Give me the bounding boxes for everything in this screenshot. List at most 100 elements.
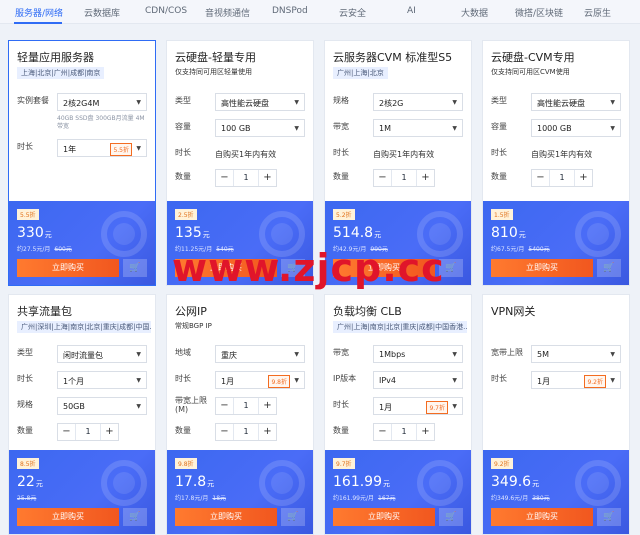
bandwidth-value[interactable]: 1 bbox=[234, 401, 258, 410]
quantity-value[interactable]: 1 bbox=[76, 427, 100, 436]
row-type: 类型 闲时流量包 ▼ bbox=[17, 345, 147, 365]
bandwidth-select[interactable]: 1Mbps ▼ bbox=[373, 345, 463, 363]
price-detail: 约27.5元/月 600元 bbox=[17, 244, 72, 253]
tab-cloud-native[interactable]: 云原生 bbox=[584, 6, 611, 19]
card-traffic-package: 共享流量包 广州|深圳|上海|南京|北京|重庆|成都|中国... 类型 闲时流量… bbox=[8, 294, 156, 535]
tab-cloud-security[interactable]: 云安全 bbox=[339, 6, 366, 19]
row-quantity: 数量 −1 + bbox=[175, 169, 305, 189]
add-to-cart-button[interactable]: 🛒 bbox=[281, 508, 305, 526]
plan-spec-note: 40GB SSD盘 300GB月流量 4M带宽 bbox=[57, 115, 145, 131]
spec-select[interactable]: 2核2G ▼ bbox=[373, 93, 463, 111]
duration-select[interactable]: 1个月 ▼ bbox=[57, 371, 147, 389]
original-price: 380元 bbox=[532, 495, 550, 502]
capacity-select[interactable]: 1000 GB ▼ bbox=[531, 119, 621, 137]
decrement-button[interactable]: − bbox=[216, 398, 234, 414]
quantity-value[interactable]: 1 bbox=[234, 427, 258, 436]
tab-dnspod[interactable]: DNSPod bbox=[272, 6, 308, 16]
bandwidth-select[interactable]: 5M ▼ bbox=[531, 345, 621, 363]
bandwidth-select[interactable]: 1M ▼ bbox=[373, 119, 463, 137]
add-to-cart-button[interactable]: 🛒 bbox=[439, 508, 463, 526]
plan-select[interactable]: 2核2G4M ▼ bbox=[57, 93, 147, 111]
card-subtitle: 常规BGP IP bbox=[175, 322, 212, 330]
row-label: 数量 bbox=[333, 172, 349, 181]
row-label: 时长 bbox=[491, 148, 507, 157]
decrement-button[interactable]: − bbox=[58, 424, 76, 440]
region-select[interactable]: 重庆 ▼ bbox=[215, 345, 305, 363]
tab-server-network[interactable]: 服务器/网络 bbox=[15, 6, 63, 19]
price-panel: 5.5折 330元 约27.5元/月 600元 立即购买 🛒 bbox=[9, 201, 155, 285]
quantity-value[interactable]: 1 bbox=[392, 173, 416, 182]
decrement-button[interactable]: − bbox=[532, 170, 550, 186]
increment-button[interactable]: + bbox=[258, 424, 276, 440]
decorative-disc bbox=[113, 472, 135, 494]
decrement-button[interactable]: − bbox=[216, 424, 234, 440]
row-bandwidth: 带宽 1Mbps ▼ bbox=[333, 345, 463, 365]
add-to-cart-button[interactable]: 🛒 bbox=[597, 259, 621, 277]
watermark: www.zjcp.cc bbox=[172, 246, 445, 290]
row-label: 规格 bbox=[17, 400, 33, 409]
cart-icon: 🛒 bbox=[445, 263, 457, 273]
quantity-value[interactable]: 1 bbox=[234, 173, 258, 182]
increment-button[interactable]: + bbox=[416, 170, 434, 186]
caret-down-icon: ▼ bbox=[610, 125, 615, 132]
price-detail: 约161.99元/月 167元 bbox=[333, 493, 395, 502]
tab-cdn-cos[interactable]: CDN/COS bbox=[145, 6, 187, 16]
buy-now-button[interactable]: 立即购买 bbox=[175, 508, 277, 526]
row-quantity: 数量 −1 + bbox=[333, 169, 463, 189]
capacity-select[interactable]: 100 GB ▼ bbox=[215, 119, 305, 137]
add-to-cart-button[interactable]: 🛒 bbox=[123, 259, 147, 277]
decorative-disc bbox=[271, 223, 293, 245]
buy-now-button[interactable]: 立即购买 bbox=[491, 508, 593, 526]
price-unit: 元 bbox=[383, 480, 390, 488]
duration-select[interactable]: 1月 9.8折 ▼ bbox=[215, 371, 305, 389]
card-title: 云硬盘-轻量专用 bbox=[175, 51, 256, 64]
duration-select[interactable]: 1年 5.5折 ▼ bbox=[57, 139, 147, 157]
cart-icon: 🛒 bbox=[129, 512, 141, 522]
duration-select[interactable]: 1月 9.7折 ▼ bbox=[373, 397, 463, 415]
duration-select[interactable]: 1月 9.2折 ▼ bbox=[531, 371, 621, 389]
row-label: 数量 bbox=[17, 426, 33, 435]
buy-now-button[interactable]: 立即购买 bbox=[17, 508, 119, 526]
caret-down-icon: ▼ bbox=[610, 351, 615, 358]
increment-button[interactable]: + bbox=[100, 424, 118, 440]
price-panel: 9.2折 349.6元 约349.6元/月 380元 立即购买 🛒 bbox=[483, 450, 629, 534]
type-select[interactable]: 高性能云硬盘 ▼ bbox=[531, 93, 621, 111]
ip-version-select[interactable]: IPv4 ▼ bbox=[373, 371, 463, 389]
price-detail: 约349.6元/月 380元 bbox=[491, 493, 550, 502]
quantity-value[interactable]: 1 bbox=[550, 173, 574, 182]
quantity-value[interactable]: 1 bbox=[392, 427, 416, 436]
type-select[interactable]: 高性能云硬盘 ▼ bbox=[215, 93, 305, 111]
tab-av-communication[interactable]: 音视频通信 bbox=[205, 6, 250, 19]
row-label: 数量 bbox=[333, 426, 349, 435]
decrement-button[interactable]: − bbox=[216, 170, 234, 186]
decrement-button[interactable]: − bbox=[374, 424, 392, 440]
row-type: 类型 高性能云硬盘 ▼ bbox=[175, 93, 305, 113]
price-unit: 元 bbox=[202, 231, 210, 239]
tab-ai[interactable]: AI bbox=[407, 6, 416, 16]
row-label: 容量 bbox=[491, 122, 507, 131]
buy-now-button[interactable]: 立即购买 bbox=[491, 259, 593, 277]
card-title: 负载均衡 CLB bbox=[333, 305, 402, 318]
buy-now-button[interactable]: 立即购买 bbox=[17, 259, 119, 277]
increment-button[interactable]: + bbox=[258, 398, 276, 414]
increment-button[interactable]: + bbox=[416, 424, 434, 440]
discount-tag: 5.5折 bbox=[110, 143, 132, 156]
decrement-button[interactable]: − bbox=[374, 170, 392, 186]
price-panel: 8.5折 22元 25.8元 立即购买 🛒 bbox=[9, 450, 155, 534]
row-label: 数量 bbox=[175, 172, 191, 181]
row-label: 时长 bbox=[17, 374, 33, 383]
increment-button[interactable]: + bbox=[258, 170, 276, 186]
row-duration: 时长 自购买1年内有效 bbox=[333, 145, 463, 165]
tab-big-data[interactable]: 大数据 bbox=[461, 6, 488, 19]
add-to-cart-button[interactable]: 🛒 bbox=[597, 508, 621, 526]
tab-weda-blockchain[interactable]: 微搭/区块链 bbox=[515, 6, 563, 19]
tab-cloud-database[interactable]: 云数据库 bbox=[84, 6, 120, 19]
buy-now-button[interactable]: 立即购买 bbox=[333, 508, 435, 526]
select-value: IPv4 bbox=[379, 376, 397, 385]
type-select[interactable]: 闲时流量包 ▼ bbox=[57, 345, 147, 363]
increment-button[interactable]: + bbox=[574, 170, 592, 186]
select-value: 1年 bbox=[63, 145, 77, 154]
spec-select[interactable]: 50GB ▼ bbox=[57, 397, 147, 415]
add-to-cart-button[interactable]: 🛒 bbox=[123, 508, 147, 526]
select-value: 1月 bbox=[221, 377, 235, 386]
